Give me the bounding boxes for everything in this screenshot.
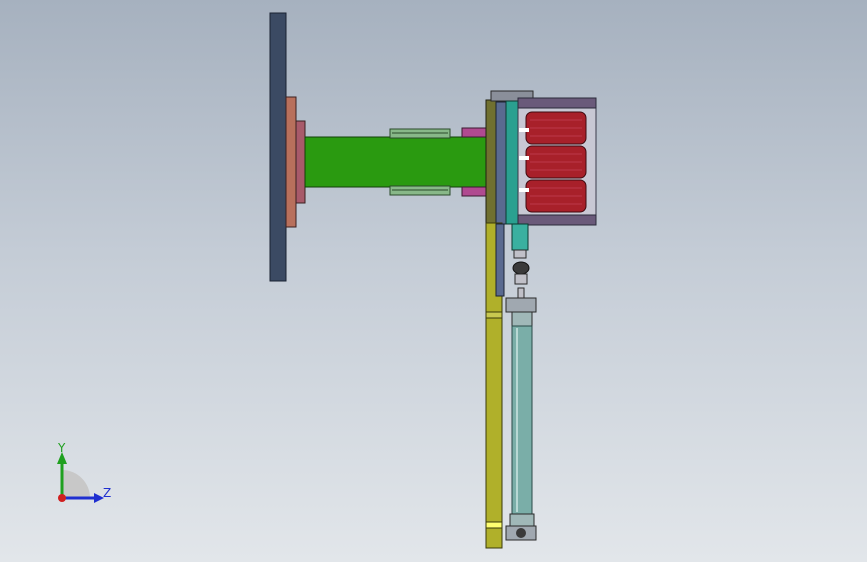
blue-strip[interactable] xyxy=(495,223,505,297)
cad-viewport[interactable]: Y Z xyxy=(0,0,867,562)
connector-block[interactable] xyxy=(511,223,529,251)
flange[interactable] xyxy=(285,96,297,228)
green-arm[interactable] xyxy=(304,136,491,188)
axis-triad: Y Z xyxy=(57,441,111,503)
flange-inner[interactable] xyxy=(295,120,306,204)
nut[interactable] xyxy=(512,261,530,275)
pink-clamp-top[interactable] xyxy=(461,127,487,138)
pink-clamp-bottom[interactable] xyxy=(461,186,487,197)
cylinder-bottom-fitting[interactable] xyxy=(509,513,535,527)
olive-plate[interactable] xyxy=(485,99,497,224)
triad-quadrant xyxy=(62,470,90,498)
assembly-model[interactable] xyxy=(0,0,867,562)
mount-plate[interactable] xyxy=(269,12,287,282)
cylinder-rod[interactable] xyxy=(511,325,533,515)
blue-plate[interactable] xyxy=(495,101,507,225)
z-axis-label: Z xyxy=(103,486,111,500)
cylinder-top-fitting[interactable] xyxy=(505,297,537,313)
x-axis-origin xyxy=(58,494,66,502)
y-axis-label: Y xyxy=(57,441,66,455)
